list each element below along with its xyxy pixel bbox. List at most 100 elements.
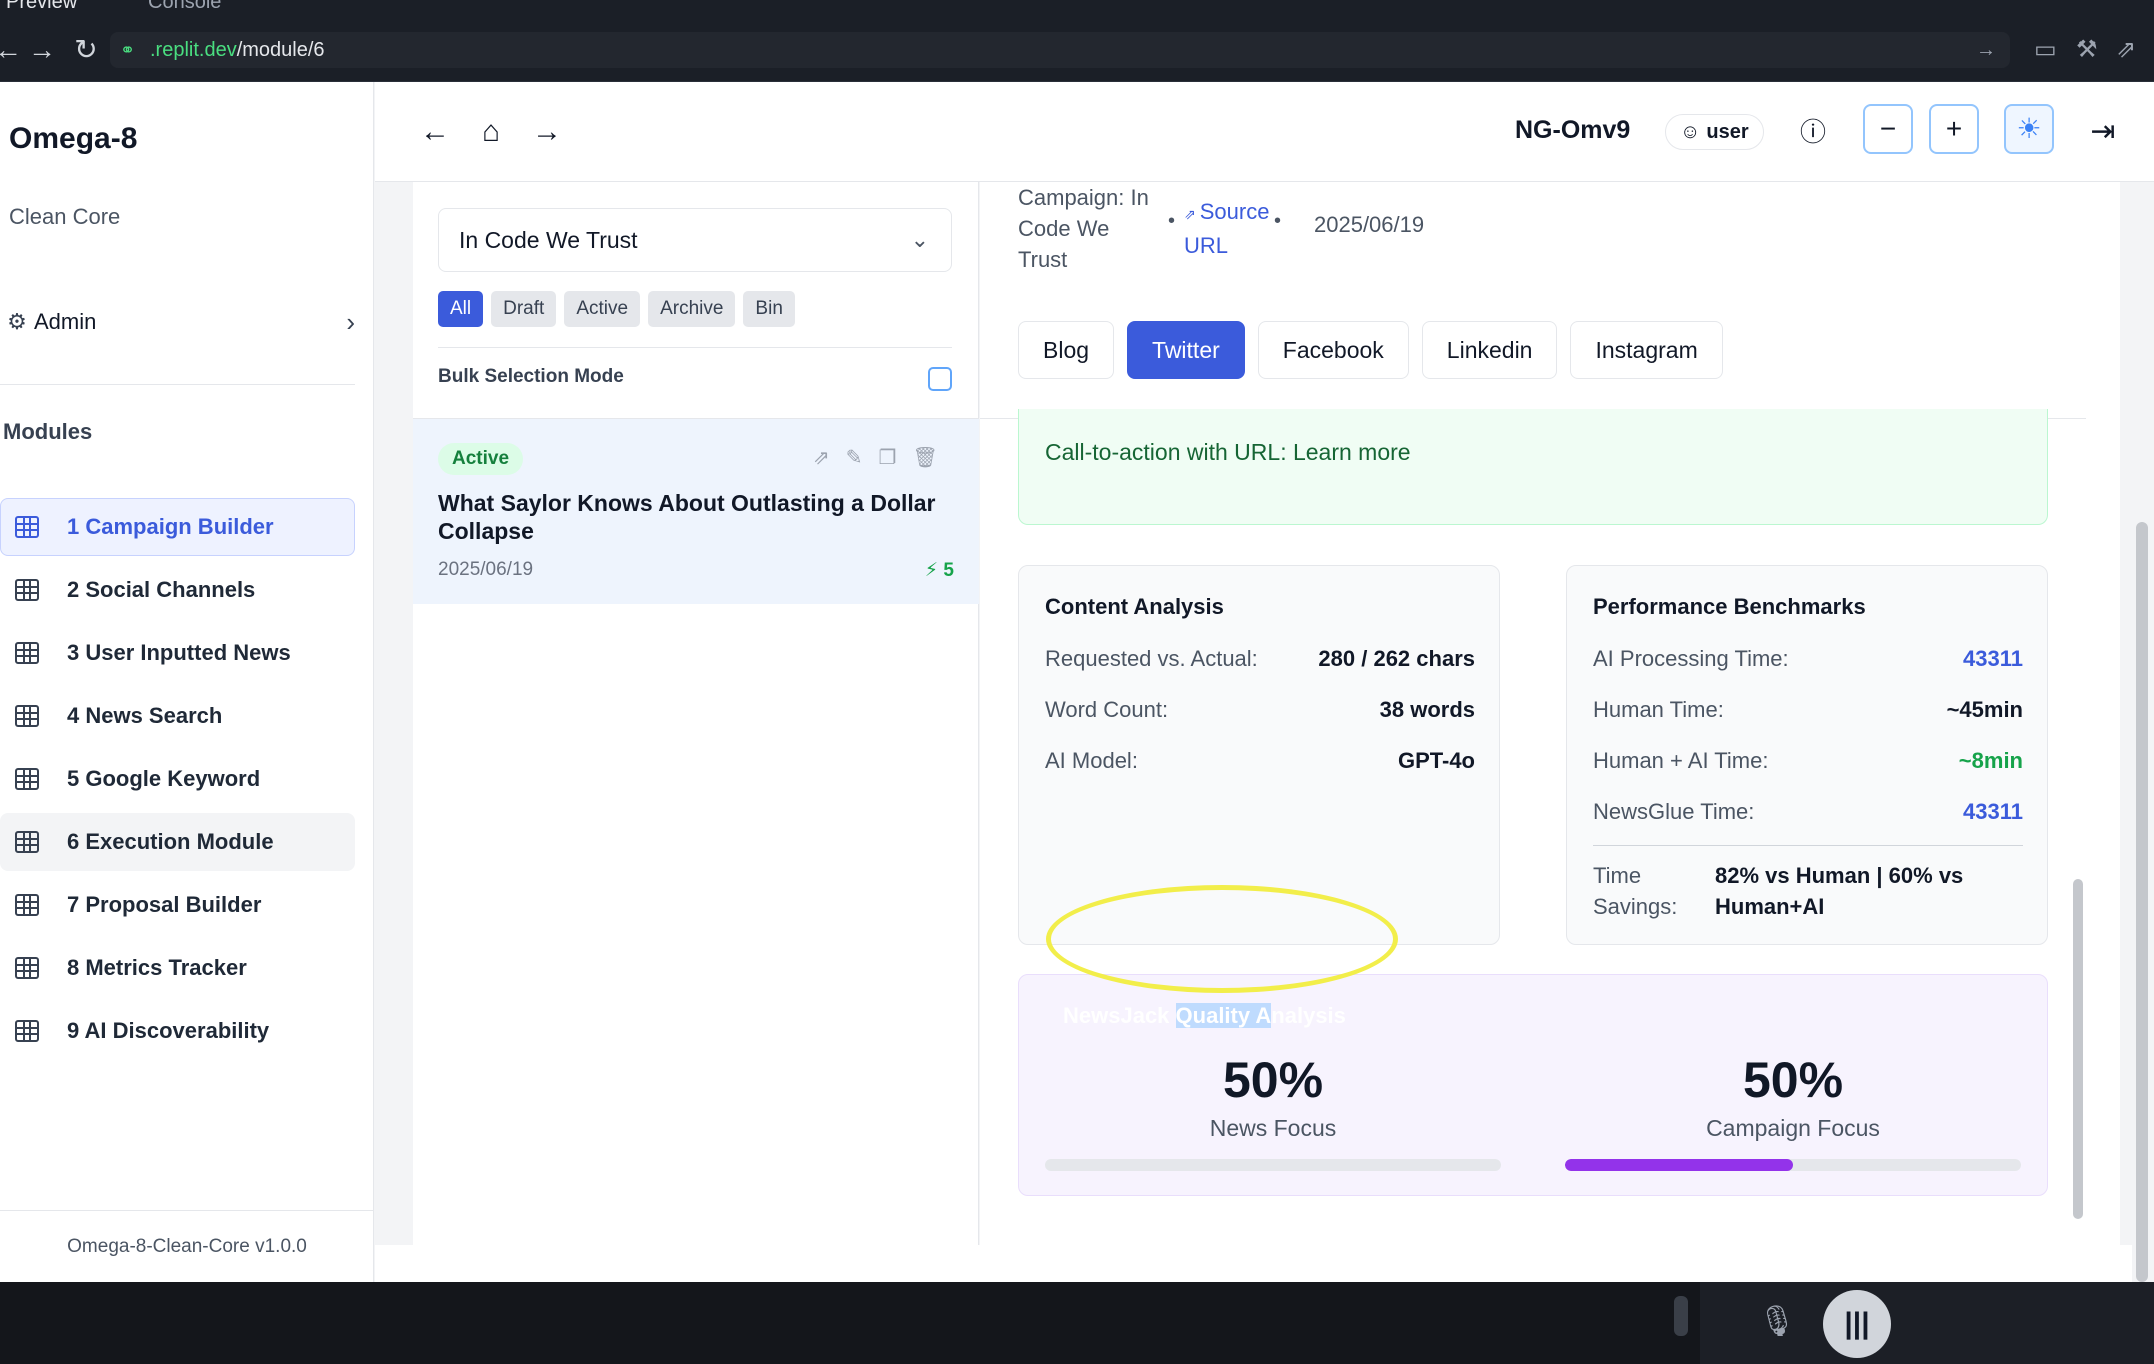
open-external-icon[interactable]: ⇗ [2116, 36, 2136, 64]
sidebar-item-label: 8 Metrics Tracker [67, 955, 247, 980]
browser-tab-preview[interactable]: Preview [6, 0, 77, 14]
detail-scrollbar[interactable] [2068, 419, 2086, 1245]
metric-row: Requested vs. Actual: 280 / 262 chars [1045, 646, 1475, 672]
address-bar[interactable]: ⚭ .replit.dev/module/6 → [110, 32, 2010, 68]
news-focus-percent: 50% [1222, 1052, 1324, 1108]
detail-scroll-area[interactable]: Call-to-action with URL: Learn more Cont… [980, 409, 2086, 1245]
campaign-focus-bar [1565, 1159, 2021, 1171]
metric-label: NewsGlue Time: [1593, 799, 1755, 824]
bulk-selection-checkbox[interactable] [928, 367, 952, 391]
channel-tabs: Blog Twitter Facebook Linkedin Instagram [1018, 321, 1723, 379]
sidebar-item-label: 4 News Search [67, 703, 223, 728]
metric-value: 43311 [1963, 799, 2023, 824]
sidebar-item-module-3[interactable]: 3 User Inputted News [0, 624, 355, 682]
campaign-focus-bar-fill [1565, 1159, 1793, 1171]
grid-icon [15, 705, 39, 727]
tab-twitter[interactable]: Twitter [1127, 321, 1245, 379]
grid-icon [15, 768, 39, 790]
sidebar-item-label: 1 Campaign Builder [67, 514, 274, 539]
meta-separator: • [1274, 210, 1282, 232]
sidebar-item-module-6[interactable]: 6 Execution Module [0, 813, 355, 871]
filter-active[interactable]: Active [564, 291, 641, 327]
tab-linkedin[interactable]: Linkedin [1421, 321, 1558, 379]
page-scrollbar[interactable] [2132, 182, 2154, 1282]
metric-label: Word Count: [1045, 697, 1169, 722]
grid-icon [15, 957, 39, 979]
grid-icon [15, 1020, 39, 1042]
edit-icon[interactable]: ✎ [846, 445, 863, 470]
voice-wave-button[interactable]: ||| [1823, 1290, 1891, 1358]
tab-blog[interactable]: Blog [1018, 321, 1115, 379]
top-header: ← ⌂ → NG-Omv9 ☺ user ⓘ − + ☀ ⇥ [375, 82, 2154, 182]
filter-archive[interactable]: Archive [648, 291, 736, 327]
link-icon: ⚭ [120, 40, 136, 60]
devices-icon[interactable]: ▭ [2034, 36, 2057, 64]
open-external-icon[interactable]: ⇗ [813, 445, 830, 470]
browser-urlbar-row: ← → ↻ ⚭ .replit.dev/module/6 → ▭ ⚒ ⇗ [0, 14, 2154, 82]
list-item[interactable]: Active ⇗ ✎ ❐ 🗑 What Saylor Knows About O… [413, 418, 979, 604]
back-arrow-icon[interactable]: ← [415, 112, 455, 152]
card-actions: ⇗ ✎ ❐ 🗑 [813, 445, 938, 470]
content-analysis-panel: Content Analysis Requested vs. Actual: 28… [1018, 565, 1500, 945]
trash-icon[interactable]: 🗑 [912, 445, 937, 470]
sidebar-item-module-1[interactable]: 1 Campaign Builder [0, 498, 355, 556]
sidebar-item-module-7[interactable]: 7 Proposal Builder [0, 876, 355, 934]
sidebar-item-module-8[interactable]: 8 Metrics Tracker [0, 939, 355, 997]
user-badge[interactable]: ☺ user [1665, 114, 1764, 150]
copy-icon[interactable]: ❐ [879, 445, 897, 470]
list-divider [438, 347, 952, 348]
microphone-icon[interactable]: 🎙 [1758, 1304, 1796, 1344]
card-title: What Saylor Knows About Outlasting a Dol… [438, 490, 936, 544]
arrow-right-icon[interactable]: → [1976, 32, 1996, 68]
filter-draft[interactable]: Draft [491, 291, 557, 327]
sidebar-item-label: 5 Google Keyword [67, 766, 261, 791]
content-analysis-title: Content Analysis [1045, 594, 1224, 619]
zoom-in-button[interactable]: + [1929, 104, 1979, 154]
grid-icon [15, 642, 39, 664]
grid-icon [15, 516, 39, 538]
bulk-selection-label: Bulk Selection Mode [438, 366, 624, 387]
performance-title: Performance Benchmarks [1593, 594, 1866, 619]
campaign-focus-percent: 50% [1742, 1052, 1844, 1108]
browser-reload-icon[interactable]: ↻ [72, 36, 100, 64]
wrench-icon[interactable]: ⚒ [2076, 36, 2098, 64]
browser-forward-icon[interactable]: → [28, 36, 56, 64]
browser-tab-console[interactable]: Console [148, 0, 221, 14]
version-footer: Omega-8-Clean-Core v1.0.0 [0, 1210, 374, 1282]
chevron-down-icon: ⌄ [910, 227, 929, 252]
status-filters: All Draft Active Archive Bin [438, 291, 795, 327]
grid-icon [15, 894, 39, 916]
tab-instagram[interactable]: Instagram [1570, 321, 1723, 379]
filter-bin[interactable]: Bin [743, 291, 795, 327]
time-savings-value: 82% vs Human | 60% vs Human+AI [1715, 863, 1964, 919]
scrollbar-thumb[interactable] [2073, 879, 2083, 1219]
brand-subtitle: Clean Core [9, 204, 121, 229]
filter-all[interactable]: All [438, 291, 484, 327]
forward-arrow-icon[interactable]: → [527, 112, 567, 152]
zoom-out-button[interactable]: − [1863, 104, 1913, 154]
campaign-label: Campaign: In Code We Trust [1018, 185, 1149, 272]
campaign-focus-label: Campaign Focus [1706, 1115, 1880, 1141]
metric-row: NewsGlue Time: 43311 [1593, 799, 2023, 825]
sidebar: Omega-8 Clean Core ⚙ Admin › Modules 1 C… [0, 82, 374, 1282]
sidebar-item-module-5[interactable]: 5 Google Keyword [0, 750, 355, 808]
admin-menu[interactable]: ⚙ Admin › [0, 302, 355, 342]
detail-meta: Campaign: In Code We Trust • ⇗ Source URL… [1018, 182, 1918, 292]
resize-handle[interactable] [1674, 1296, 1688, 1336]
news-focus-bar [1045, 1159, 1501, 1171]
home-icon[interactable]: ⌂ [471, 112, 511, 152]
scrollbar-thumb[interactable] [2136, 522, 2148, 1282]
metric-row: Human Time: ~45min [1593, 697, 2023, 723]
metric-value: ~8min [1958, 748, 2023, 773]
browser-back-icon[interactable]: ← [0, 36, 22, 64]
logout-icon[interactable]: ⇥ [2083, 112, 2123, 152]
sidebar-item-module-9[interactable]: 9 AI Discoverability [0, 1002, 355, 1060]
tab-facebook[interactable]: Facebook [1257, 321, 1409, 379]
sidebar-item-module-2[interactable]: 2 Social Channels [0, 561, 355, 619]
source-url-link[interactable]: ⇗ Source URL [1184, 196, 1304, 261]
sidebar-item-module-4[interactable]: 4 News Search [0, 687, 355, 745]
user-icon: ☺ [1680, 121, 1701, 143]
help-circle-icon[interactable]: ⓘ [1793, 112, 1833, 152]
theme-toggle-sun-icon[interactable]: ☀ [2004, 104, 2054, 154]
campaign-select[interactable]: In Code We Trust ⌄ [438, 208, 952, 272]
